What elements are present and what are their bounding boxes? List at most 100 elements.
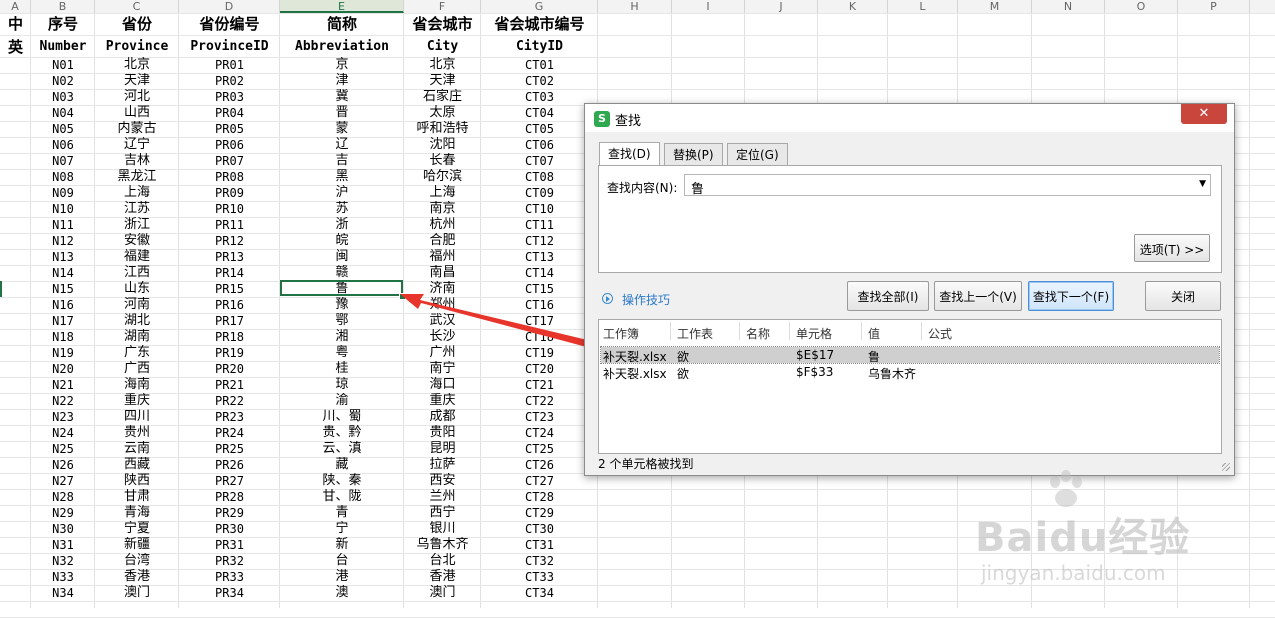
table-cell[interactable]: CT21 bbox=[481, 377, 598, 393]
table-cell[interactable]: N17 bbox=[31, 313, 95, 329]
table-cell[interactable]: N10 bbox=[31, 201, 95, 217]
result-row[interactable]: 补天裂.xlsx 欲 $E$17 鲁 bbox=[600, 346, 1220, 364]
table-cell[interactable]: PR31 bbox=[179, 537, 280, 553]
table-cell[interactable]: CT04 bbox=[481, 105, 598, 121]
table-cell[interactable]: 银川 bbox=[404, 521, 481, 537]
close-button[interactable]: 关闭 bbox=[1145, 281, 1221, 311]
table-cell[interactable]: 津 bbox=[280, 73, 404, 89]
table-cell[interactable]: 南京 bbox=[404, 201, 481, 217]
table-cell[interactable]: 香港 bbox=[95, 569, 179, 585]
table-cell[interactable]: 黑 bbox=[280, 169, 404, 185]
table-cell[interactable]: N20 bbox=[31, 361, 95, 377]
table-cell[interactable]: PR32 bbox=[179, 553, 280, 569]
table-cell[interactable]: 鄂 bbox=[280, 313, 404, 329]
table-cell[interactable]: 澳门 bbox=[95, 585, 179, 601]
table-cell[interactable]: 石家庄 bbox=[404, 89, 481, 105]
table-cell[interactable]: 港 bbox=[280, 569, 404, 585]
table-cell[interactable]: 云、滇 bbox=[280, 441, 404, 457]
table-cell[interactable]: 台北 bbox=[404, 553, 481, 569]
table-cell[interactable]: N32 bbox=[31, 553, 95, 569]
table-cell[interactable]: 冀 bbox=[280, 89, 404, 105]
table-cell[interactable]: PR15 bbox=[179, 281, 280, 297]
table-cell[interactable]: 天津 bbox=[95, 73, 179, 89]
table-cell[interactable]: 江西 bbox=[95, 265, 179, 281]
table-cell[interactable]: 陕、秦 bbox=[280, 473, 404, 489]
table-cell[interactable]: PR30 bbox=[179, 521, 280, 537]
results-col-sheet[interactable]: 工作表 bbox=[677, 325, 713, 342]
tab-find[interactable]: 查找(D) bbox=[599, 142, 660, 166]
table-cell[interactable]: N22 bbox=[31, 393, 95, 409]
table-cell[interactable]: N25 bbox=[31, 441, 95, 457]
table-cell[interactable]: 昆明 bbox=[404, 441, 481, 457]
table-cell[interactable]: 宁 bbox=[280, 521, 404, 537]
table-cell[interactable]: 济南 bbox=[404, 281, 481, 297]
play-icon[interactable] bbox=[602, 293, 613, 304]
table-cell[interactable]: N06 bbox=[31, 137, 95, 153]
table-cell[interactable]: PR10 bbox=[179, 201, 280, 217]
find-previous-button[interactable]: 查找上一个(V) bbox=[934, 281, 1022, 311]
table-cell[interactable]: PR14 bbox=[179, 265, 280, 281]
table-cell[interactable]: 内蒙古 bbox=[95, 121, 179, 137]
table-cell[interactable]: 台 bbox=[280, 553, 404, 569]
table-cell[interactable]: CT23 bbox=[481, 409, 598, 425]
table-cell[interactable]: CT01 bbox=[481, 57, 598, 73]
header-cell[interactable]: City bbox=[404, 36, 481, 58]
table-cell[interactable]: N16 bbox=[31, 297, 95, 313]
table-cell[interactable]: 蒙 bbox=[280, 121, 404, 137]
table-cell[interactable]: 福州 bbox=[404, 249, 481, 265]
table-cell[interactable]: 武汉 bbox=[404, 313, 481, 329]
table-cell[interactable]: 安徽 bbox=[95, 233, 179, 249]
table-cell[interactable]: N12 bbox=[31, 233, 95, 249]
table-cell[interactable]: 成都 bbox=[404, 409, 481, 425]
table-cell[interactable]: CT31 bbox=[481, 537, 598, 553]
column-header-d[interactable]: D bbox=[179, 0, 280, 13]
table-cell[interactable]: 京 bbox=[280, 57, 404, 73]
results-col-cell[interactable]: 单元格 bbox=[796, 325, 832, 342]
table-cell[interactable]: 西宁 bbox=[404, 505, 481, 521]
find-next-button[interactable]: 查找下一个(F) bbox=[1028, 281, 1114, 311]
table-cell[interactable]: N28 bbox=[31, 489, 95, 505]
table-cell[interactable]: 河南 bbox=[95, 297, 179, 313]
table-cell[interactable]: N30 bbox=[31, 521, 95, 537]
table-cell[interactable]: N21 bbox=[31, 377, 95, 393]
table-cell[interactable]: 黑龙江 bbox=[95, 169, 179, 185]
table-cell[interactable]: 广东 bbox=[95, 345, 179, 361]
table-cell[interactable]: CT26 bbox=[481, 457, 598, 473]
results-list[interactable]: 工作簿 工作表 名称 单元格 值 公式 补天裂.xlsx 欲 $E$17 鲁 补… bbox=[598, 319, 1222, 454]
table-cell[interactable]: N15 bbox=[31, 281, 95, 297]
table-cell[interactable]: 陕西 bbox=[95, 473, 179, 489]
table-cell[interactable]: 北京 bbox=[95, 57, 179, 73]
table-cell[interactable]: CT07 bbox=[481, 153, 598, 169]
table-cell[interactable]: 贵州 bbox=[95, 425, 179, 441]
table-cell[interactable]: N03 bbox=[31, 89, 95, 105]
options-button[interactable]: 选项(T) >> bbox=[1134, 234, 1210, 262]
results-col-formula[interactable]: 公式 bbox=[928, 325, 952, 342]
table-cell[interactable]: CT27 bbox=[481, 473, 598, 489]
table-cell[interactable]: 北京 bbox=[404, 57, 481, 73]
table-cell[interactable]: CT24 bbox=[481, 425, 598, 441]
table-cell[interactable]: 辽宁 bbox=[95, 137, 179, 153]
table-cell[interactable]: PR28 bbox=[179, 489, 280, 505]
table-cell[interactable]: 青 bbox=[280, 505, 404, 521]
table-cell[interactable]: 海口 bbox=[404, 377, 481, 393]
table-cell[interactable]: CT18 bbox=[481, 329, 598, 345]
header-cell[interactable]: 省会城市编号 bbox=[481, 13, 598, 35]
table-cell[interactable]: 长春 bbox=[404, 153, 481, 169]
table-cell[interactable]: PR24 bbox=[179, 425, 280, 441]
table-cell[interactable]: N01 bbox=[31, 57, 95, 73]
table-cell[interactable]: 湘 bbox=[280, 329, 404, 345]
table-cell[interactable]: 呼和浩特 bbox=[404, 121, 481, 137]
table-cell[interactable]: N04 bbox=[31, 105, 95, 121]
table-cell[interactable]: 河北 bbox=[95, 89, 179, 105]
table-cell[interactable]: N31 bbox=[31, 537, 95, 553]
results-col-workbook[interactable]: 工作簿 bbox=[603, 325, 639, 342]
header-cell[interactable]: 省份编号 bbox=[179, 13, 280, 35]
table-cell[interactable]: PR18 bbox=[179, 329, 280, 345]
table-cell[interactable]: 沈阳 bbox=[404, 137, 481, 153]
table-cell[interactable]: CT22 bbox=[481, 393, 598, 409]
table-cell[interactable]: 南宁 bbox=[404, 361, 481, 377]
table-cell[interactable]: CT09 bbox=[481, 185, 598, 201]
table-cell[interactable]: N09 bbox=[31, 185, 95, 201]
table-cell[interactable]: 吉林 bbox=[95, 153, 179, 169]
column-header-g[interactable]: G bbox=[481, 0, 598, 13]
